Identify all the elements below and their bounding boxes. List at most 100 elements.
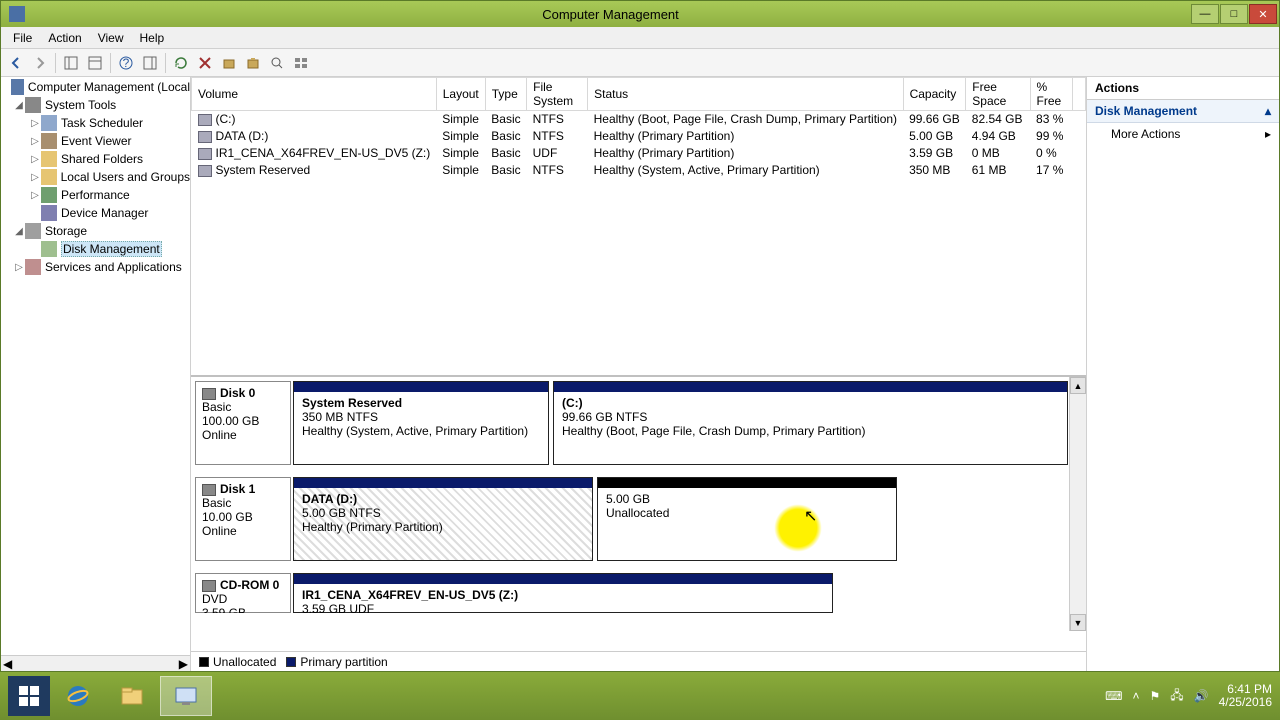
- tray-flag-icon[interactable]: ⚑: [1150, 689, 1161, 703]
- partition-cdrom[interactable]: IR1_CENA_X64FREV_EN-US_DV5 (Z:) 3.59 GB …: [293, 573, 833, 613]
- partition-c[interactable]: (C:) 99.66 GB NTFS Healthy (Boot, Page F…: [553, 381, 1068, 465]
- computer-management-window: Computer Management — □ ✕ File Action Vi…: [0, 0, 1280, 672]
- col-capacity[interactable]: Capacity: [903, 78, 966, 111]
- forward-button[interactable]: [29, 52, 51, 74]
- taskbar[interactable]: ⌨ ˄ ⚑ 🖧 🔊 6:41 PM4/25/2016: [0, 672, 1280, 720]
- menu-file[interactable]: File: [5, 29, 40, 47]
- tree-system-tools[interactable]: System Tools: [45, 98, 116, 112]
- properties-button[interactable]: [84, 52, 106, 74]
- minimize-button[interactable]: —: [1191, 4, 1219, 24]
- legend-primary-swatch: [286, 657, 296, 667]
- tree-disk-management[interactable]: Disk Management: [61, 241, 162, 257]
- more-actions[interactable]: More Actions▸: [1087, 123, 1279, 145]
- partition-system-reserved[interactable]: System Reserved 350 MB NTFS Healthy (Sys…: [293, 381, 549, 465]
- legend-unallocated-swatch: [199, 657, 209, 667]
- event-icon: [41, 133, 57, 149]
- volume-row[interactable]: IR1_CENA_X64FREV_EN-US_DV5 (Z:)SimpleBas…: [192, 145, 1086, 162]
- folder-icon: [41, 151, 57, 167]
- services-icon: [25, 259, 41, 275]
- col-volume[interactable]: Volume: [192, 78, 437, 111]
- tree-storage[interactable]: Storage: [45, 224, 87, 238]
- col-layout[interactable]: Layout: [436, 78, 485, 111]
- expand-icon[interactable]: ◢: [13, 100, 25, 111]
- tree-shared-folders[interactable]: Shared Folders: [61, 152, 143, 166]
- help-button[interactable]: ?: [115, 52, 137, 74]
- actions-pane: Actions Disk Management▴ More Actions▸: [1087, 77, 1279, 671]
- performance-icon: [41, 187, 57, 203]
- tray-chevron-up-icon[interactable]: ˄: [1132, 689, 1139, 703]
- center-pane: Volume Layout Type File System Status Ca…: [191, 77, 1087, 671]
- system-tray[interactable]: ⌨ ˄ ⚑ 🖧 🔊 6:41 PM4/25/2016: [1105, 683, 1272, 709]
- tree-local-users[interactable]: Local Users and Groups: [61, 170, 190, 184]
- diskmap-vscroll[interactable]: ▲▼: [1069, 377, 1086, 631]
- taskbar-ie[interactable]: [52, 676, 104, 716]
- partition-unallocated[interactable]: 5.00 GB Unallocated: [597, 477, 897, 561]
- tree-performance[interactable]: Performance: [61, 188, 130, 202]
- action-pane-button[interactable]: [139, 52, 161, 74]
- show-hide-tree-button[interactable]: [60, 52, 82, 74]
- col-fs[interactable]: File System: [527, 78, 588, 111]
- back-button[interactable]: [5, 52, 27, 74]
- chevron-right-icon: ▸: [1265, 127, 1271, 141]
- tray-network-icon[interactable]: 🖧: [1170, 686, 1183, 707]
- disk-header[interactable]: Disk 0 Basic 100.00 GB Online: [195, 381, 291, 465]
- partition-data-d[interactable]: DATA (D:) 5.00 GB NTFS Healthy (Primary …: [293, 477, 593, 561]
- expand-icon[interactable]: ▷: [29, 154, 41, 165]
- col-free[interactable]: Free Space: [966, 78, 1030, 111]
- tray-clock[interactable]: 6:41 PM4/25/2016: [1219, 683, 1272, 709]
- col-pfree[interactable]: % Free: [1030, 78, 1072, 111]
- disk-row: Disk 1 Basic 10.00 GB Online DATA (D:) 5…: [195, 477, 1068, 561]
- disk-icon: [202, 388, 216, 400]
- refresh-icon[interactable]: [170, 52, 192, 74]
- expand-icon[interactable]: ▷: [29, 136, 41, 147]
- toolbar-icon-2[interactable]: [242, 52, 264, 74]
- close-button[interactable]: ✕: [1249, 4, 1277, 24]
- disk-header[interactable]: CD-ROM 0 DVD 3.59 GB: [195, 573, 291, 613]
- app-icon: [9, 6, 25, 22]
- volume-list[interactable]: Volume Layout Type File System Status Ca…: [191, 77, 1086, 377]
- disk-row: CD-ROM 0 DVD 3.59 GB IR1_CENA_X64FREV_EN…: [195, 573, 1068, 613]
- toolbar-icon-3[interactable]: [266, 52, 288, 74]
- menu-help[interactable]: Help: [132, 29, 173, 47]
- col-status[interactable]: Status: [588, 78, 903, 111]
- tree-event-viewer[interactable]: Event Viewer: [61, 134, 131, 148]
- tree-root[interactable]: Computer Management (Local: [28, 80, 190, 94]
- tree-hscroll[interactable]: ◀▶: [1, 655, 190, 671]
- toolbar-icon-4[interactable]: [290, 52, 312, 74]
- expand-icon[interactable]: ▷: [13, 262, 25, 273]
- expand-icon[interactable]: ▷: [29, 190, 41, 201]
- tray-keyboard-icon[interactable]: ⌨: [1105, 689, 1122, 703]
- expand-icon[interactable]: ▷: [29, 118, 41, 129]
- navigation-tree[interactable]: Computer Management (Local ◢ System Tools…: [1, 77, 191, 671]
- maximize-button[interactable]: □: [1220, 4, 1248, 24]
- tree-device-manager[interactable]: Device Manager: [61, 206, 148, 220]
- menu-view[interactable]: View: [90, 29, 132, 47]
- toolbar: ?: [1, 49, 1279, 77]
- disk-icon: [41, 241, 57, 257]
- delete-icon[interactable]: [194, 52, 216, 74]
- col-type[interactable]: Type: [485, 78, 526, 111]
- start-button[interactable]: [8, 676, 50, 716]
- expand-icon[interactable]: ▷: [29, 172, 41, 183]
- titlebar[interactable]: Computer Management — □ ✕: [1, 1, 1279, 27]
- tree-task-scheduler[interactable]: Task Scheduler: [61, 116, 143, 130]
- actions-section[interactable]: Disk Management▴: [1087, 100, 1279, 123]
- volume-row[interactable]: System ReservedSimpleBasicNTFSHealthy (S…: [192, 162, 1086, 179]
- menu-action[interactable]: Action: [40, 29, 89, 47]
- tree-services[interactable]: Services and Applications: [45, 260, 182, 274]
- disk-header[interactable]: Disk 1 Basic 10.00 GB Online: [195, 477, 291, 561]
- taskbar-explorer[interactable]: [106, 676, 158, 716]
- disk-map: Disk 0 Basic 100.00 GB Online System Res…: [191, 377, 1086, 651]
- legend: Unallocated Primary partition: [191, 651, 1086, 671]
- menubar: File Action View Help: [1, 27, 1279, 49]
- taskbar-compmgmt[interactable]: [160, 676, 212, 716]
- toolbar-icon-1[interactable]: [218, 52, 240, 74]
- tray-volume-icon[interactable]: 🔊: [1194, 689, 1209, 703]
- volume-row[interactable]: (C:)SimpleBasicNTFSHealthy (Boot, Page F…: [192, 111, 1086, 128]
- volume-row[interactable]: DATA (D:)SimpleBasicNTFSHealthy (Primary…: [192, 128, 1086, 145]
- expand-icon[interactable]: ◢: [13, 226, 25, 237]
- users-icon: [41, 169, 57, 185]
- device-icon: [41, 205, 57, 221]
- actions-header: Actions: [1087, 77, 1279, 100]
- svg-text:?: ?: [123, 56, 130, 70]
